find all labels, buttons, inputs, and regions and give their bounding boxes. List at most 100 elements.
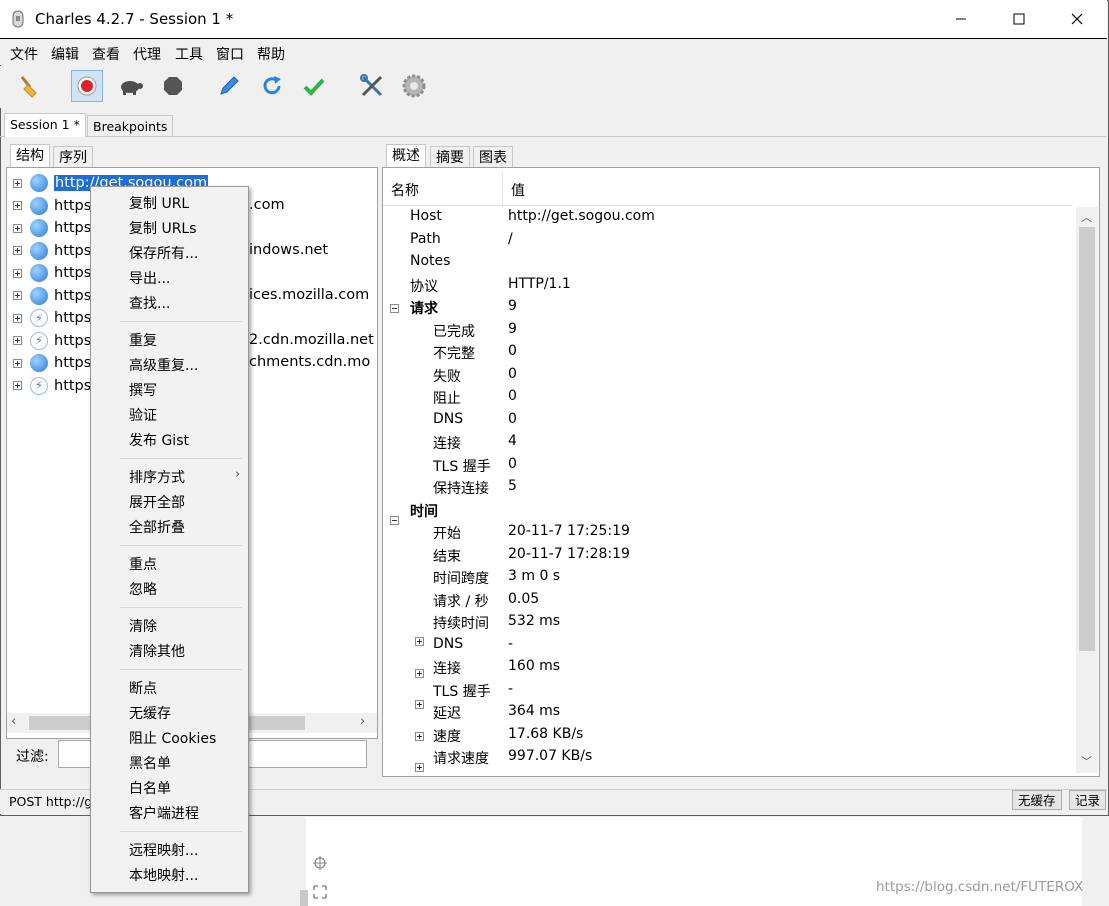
tree-row[interactable]: ⚡ https bbox=[13, 375, 91, 397]
collapse-icon[interactable] bbox=[390, 515, 399, 525]
expand-icon[interactable] bbox=[415, 763, 424, 772]
minimize-button[interactable] bbox=[938, 4, 984, 34]
expand-icon[interactable] bbox=[13, 381, 22, 390]
scroll-up-icon[interactable]: ︿ bbox=[1081, 209, 1092, 225]
expand-icon[interactable] bbox=[13, 223, 22, 233]
expand-icon[interactable] bbox=[415, 637, 424, 646]
refresh-icon[interactable] bbox=[256, 70, 288, 102]
overview-row-value: 4 bbox=[508, 433, 517, 449]
context-menu-item[interactable]: 重点 bbox=[129, 554, 157, 574]
tree-row[interactable]: https bbox=[13, 195, 91, 217]
scroll-right-icon[interactable]: › bbox=[360, 714, 365, 729]
tree-row[interactable]: https bbox=[13, 217, 91, 239]
scroll-left-icon[interactable]: ‹ bbox=[11, 714, 16, 729]
overview-row-label: 已完成 bbox=[433, 323, 475, 340]
expand-icon[interactable] bbox=[13, 291, 22, 300]
tab-summary[interactable]: 摘要 bbox=[430, 146, 470, 168]
expand-icon[interactable] bbox=[13, 201, 22, 210]
context-menu-item[interactable]: 发布 Gist bbox=[129, 430, 189, 450]
context-menu-item[interactable]: 复制 URLs bbox=[129, 218, 197, 238]
collapse-icon[interactable] bbox=[390, 304, 399, 313]
overview-row-value: 0 bbox=[508, 388, 517, 404]
context-menu-item[interactable]: 本地映射... bbox=[129, 865, 198, 885]
tools-icon[interactable] bbox=[356, 70, 388, 102]
record-icon[interactable] bbox=[71, 70, 103, 102]
context-menu-item[interactable]: 黑名单 bbox=[129, 753, 171, 773]
tree-row[interactable]: ⚡ https bbox=[13, 307, 91, 329]
context-menu-item[interactable]: 清除其他 bbox=[129, 641, 185, 661]
column-value-header[interactable]: 值 bbox=[511, 180, 525, 200]
context-menu-item[interactable]: 重复 bbox=[129, 330, 157, 350]
context-menu-item[interactable]: 查找... bbox=[129, 293, 170, 313]
overview-row-value: 0 bbox=[508, 455, 517, 472]
context-menu-item[interactable]: 保存所有... bbox=[129, 243, 198, 263]
check-icon[interactable] bbox=[298, 70, 330, 102]
context-menu-item[interactable]: 无缓存 bbox=[129, 703, 171, 723]
overview-row-label: 连接 bbox=[433, 661, 461, 677]
context-menu-item[interactable]: 导出... bbox=[129, 268, 170, 288]
context-menu-item[interactable]: 高级重复... bbox=[129, 355, 198, 375]
close-button[interactable] bbox=[1054, 4, 1100, 34]
settings-icon[interactable] bbox=[398, 70, 430, 102]
overview-row-value: 20-11-7 17:28:19 bbox=[508, 545, 630, 562]
menu-window[interactable]: 窗口 bbox=[216, 44, 244, 64]
context-menu-item[interactable]: 复制 URL bbox=[129, 193, 189, 213]
overview-vertical-scrollbar[interactable]: ︿ ﹀ bbox=[1076, 207, 1098, 773]
overview-row-label: 连接 bbox=[433, 436, 461, 452]
stop-icon[interactable] bbox=[157, 70, 189, 102]
tab-chart[interactable]: 图表 bbox=[473, 146, 513, 168]
context-menu-item[interactable]: 阻止 Cookies bbox=[129, 728, 216, 748]
broom-icon[interactable] bbox=[13, 70, 45, 102]
globe-icon bbox=[30, 174, 48, 192]
tab-structure[interactable]: 结构 bbox=[10, 144, 50, 168]
expand-icon[interactable] bbox=[13, 358, 22, 368]
overview-row-label: 保持连接 bbox=[433, 481, 489, 497]
context-menu-item[interactable]: 撰写 bbox=[129, 380, 157, 400]
context-menu-item[interactable]: 验证 bbox=[129, 405, 157, 425]
context-menu-item[interactable]: 全部折叠 bbox=[129, 517, 185, 537]
menu-view[interactable]: 查看 bbox=[92, 44, 120, 64]
expand-icon[interactable] bbox=[13, 313, 22, 323]
overview-row-value: - bbox=[508, 635, 514, 652]
context-menu-item[interactable]: 断点 bbox=[129, 678, 157, 698]
context-menu-item[interactable]: 展开全部 bbox=[129, 492, 185, 512]
column-name-header[interactable]: 名称 bbox=[391, 180, 419, 200]
menu-separator bbox=[120, 458, 242, 459]
context-menu-item[interactable]: 排序方式 bbox=[129, 467, 185, 487]
scrollbar-thumb[interactable] bbox=[1079, 227, 1095, 651]
tab-session-1[interactable]: Session 1 * bbox=[4, 113, 86, 137]
expand-icon[interactable] bbox=[13, 178, 22, 188]
context-menu-item[interactable]: 白名单 bbox=[129, 778, 171, 798]
expand-icon[interactable] bbox=[415, 700, 424, 709]
menu-file[interactable]: 文件 bbox=[10, 44, 38, 64]
expand-icon[interactable] bbox=[415, 668, 424, 678]
context-menu-item[interactable]: 远程映射... bbox=[129, 840, 198, 860]
host-label: https bbox=[54, 355, 92, 371]
expand-icon[interactable] bbox=[13, 336, 22, 345]
pen-icon[interactable] bbox=[213, 70, 245, 102]
tree-row[interactable]: https bbox=[13, 262, 91, 284]
tree-row[interactable]: https bbox=[13, 240, 91, 262]
context-menu-item[interactable]: 清除 bbox=[129, 616, 157, 636]
menu-help[interactable]: 帮助 bbox=[257, 44, 285, 64]
context-menu-item[interactable]: 忽略 bbox=[129, 579, 157, 599]
expand-icon[interactable] bbox=[13, 246, 22, 255]
expand-icon[interactable] bbox=[415, 731, 424, 741]
maximize-button[interactable] bbox=[996, 4, 1042, 34]
tab-breakpoints[interactable]: Breakpoints bbox=[87, 115, 174, 137]
tree-row[interactable]: https bbox=[13, 285, 91, 307]
expand-icon[interactable] bbox=[13, 268, 22, 278]
menu-tools[interactable]: 工具 bbox=[175, 44, 203, 64]
overview-row-label: 速度 bbox=[433, 728, 461, 745]
tab-overview[interactable]: 概述 bbox=[386, 144, 426, 168]
record-toggle[interactable]: 记录 bbox=[1069, 790, 1107, 810]
turtle-icon[interactable] bbox=[114, 70, 146, 102]
menu-edit[interactable]: 编辑 bbox=[51, 44, 79, 64]
menu-proxy[interactable]: 代理 bbox=[133, 44, 161, 64]
no-cache-toggle[interactable]: 无缓存 bbox=[1012, 790, 1062, 810]
tree-row[interactable]: https bbox=[13, 352, 91, 374]
tree-row[interactable]: ⚡ https bbox=[13, 330, 91, 352]
scroll-down-icon[interactable]: ﹀ bbox=[1081, 753, 1092, 769]
context-menu-item[interactable]: 客户端进程 bbox=[129, 803, 199, 823]
tab-sequence[interactable]: 序列 bbox=[53, 146, 93, 168]
